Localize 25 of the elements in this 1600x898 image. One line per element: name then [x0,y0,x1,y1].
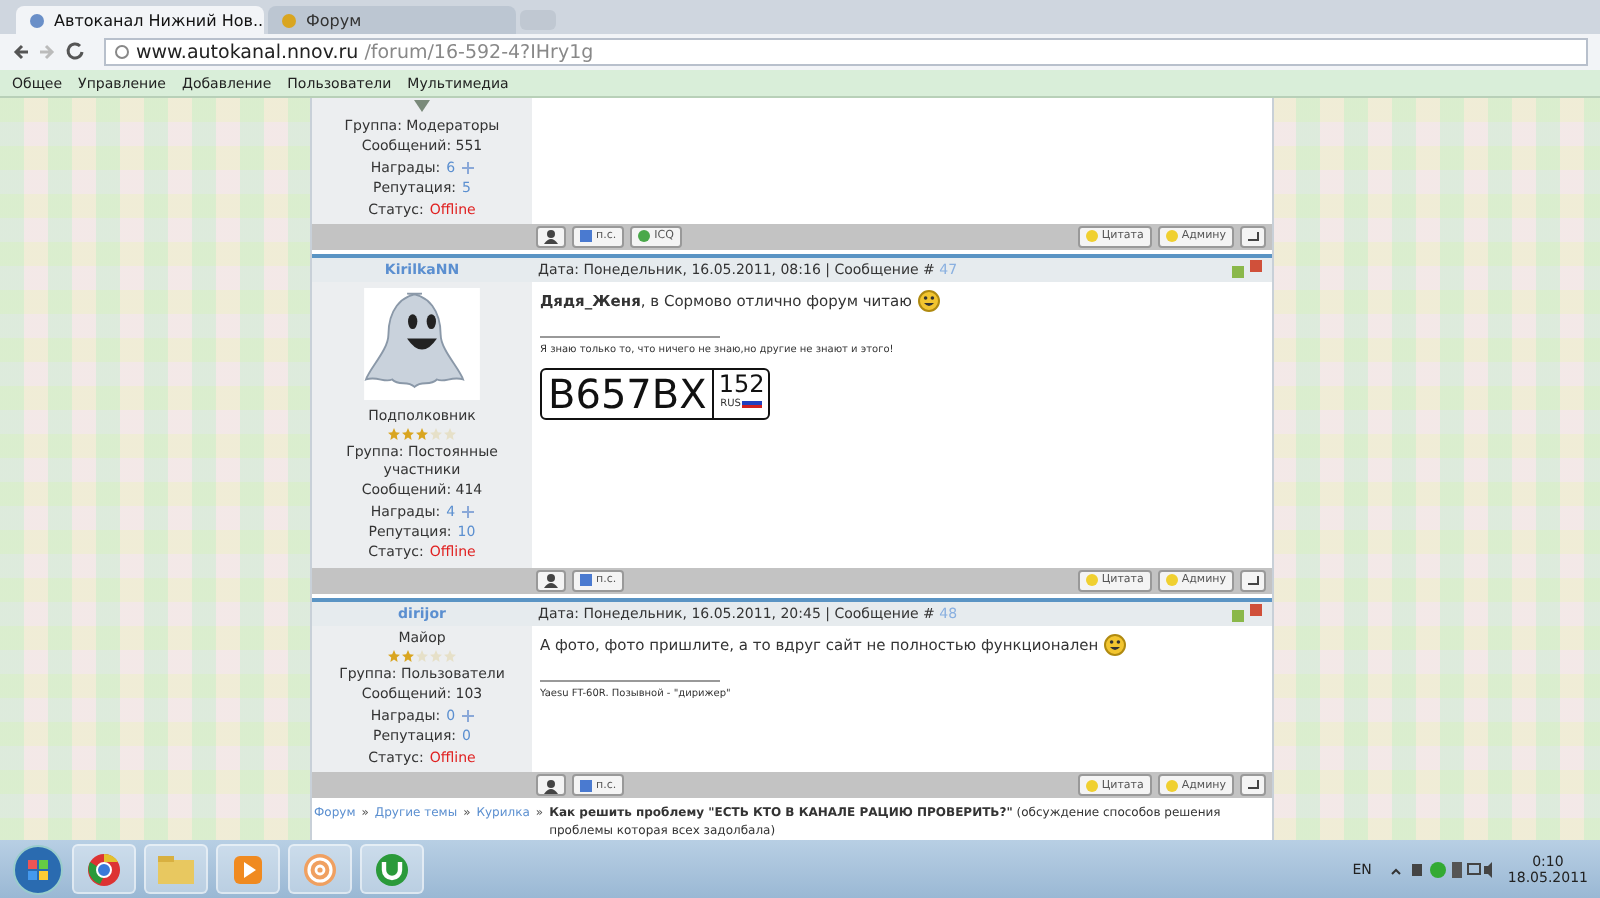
smiley-icon [917,289,940,312]
scroll-top-button[interactable] [1240,569,1266,592]
system-tray-icon[interactable] [1387,859,1492,879]
plus-icon[interactable] [461,161,474,174]
profile-button[interactable] [536,225,566,248]
browser-taskbar-icon[interactable] [72,844,136,894]
start-button[interactable] [12,843,64,895]
smiley-icon [1104,633,1127,656]
scroll-top-button[interactable] [1240,774,1266,797]
profile-button[interactable] [536,774,566,797]
arrow-icon [412,98,432,114]
plus-icon[interactable] [461,505,474,518]
address-bar[interactable]: www.autokanal.nnov.ru /forum/16-592-4?IHry1g [104,38,1588,66]
person-icon [542,228,560,245]
profile-button[interactable] [536,569,566,592]
plus-icon[interactable] [461,710,474,723]
browser-tab[interactable]: Автоканал Нижний Нов... [16,6,264,34]
page-icon [28,11,46,29]
person-icon [542,572,560,589]
torrent-taskbar-icon[interactable] [360,844,424,894]
browser-tab[interactable]: Форум [268,6,516,34]
page-icon [280,11,298,29]
media-player-taskbar-icon[interactable] [216,844,280,894]
scroll-top-button[interactable] [1240,225,1266,248]
person-icon [542,777,560,794]
